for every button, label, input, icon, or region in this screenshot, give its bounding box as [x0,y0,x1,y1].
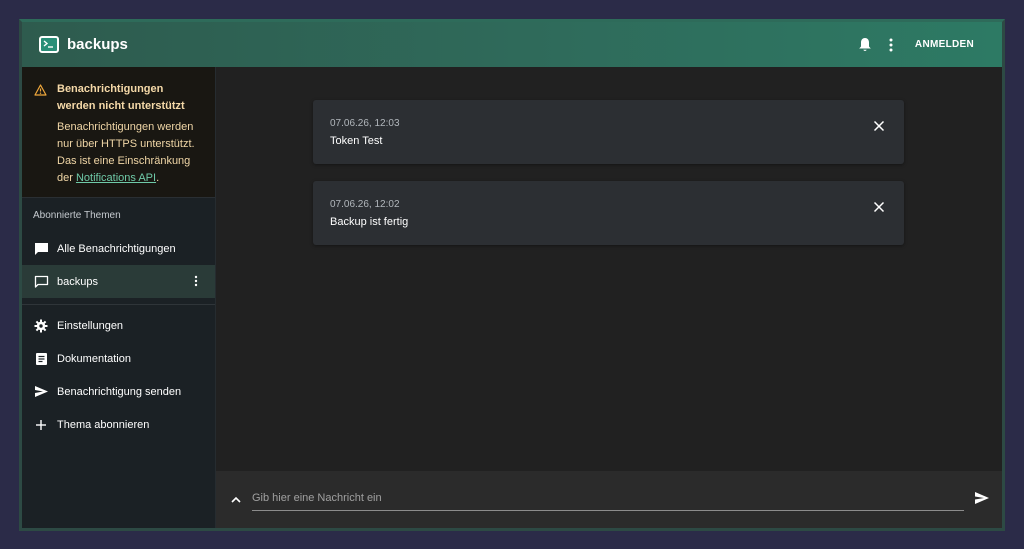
terminal-logo-icon [39,36,59,53]
notification-time: 07.06.26, 12:03 [330,118,400,129]
gear-icon [33,318,49,334]
notification-message: Token Test [330,135,383,147]
warning-icon [34,83,47,101]
app-bar: backups ANMELDEN [22,22,1002,67]
sidebar-item-documentation[interactable]: Dokumentation [22,342,215,375]
sidebar-item-label: Benachrichtigung senden [57,385,182,398]
sidebar-item-settings[interactable]: Einstellungen [22,309,215,342]
notification-time: 07.06.26, 12:02 [330,199,400,210]
sidebar-item-send-notification[interactable]: Benachrichtigung senden [22,375,215,408]
send-icon [33,384,49,400]
sidebar-item-backups[interactable]: backups [22,265,215,298]
warning-body-suffix: . [156,172,160,184]
warning-title: Benachrichtigungen werden nicht unterstü… [57,83,185,112]
send-icon[interactable] [974,491,990,507]
sidebar-divider [22,304,215,305]
sidebar-item-label: backups [57,275,98,288]
sidebar-item-label: Dokumentation [57,352,131,365]
warning-body: Benachrichtigungen werden nur über HTTPS… [57,119,199,187]
sidebar-item-label: Alle Benachrichtigungen [57,242,176,255]
sidebar-item-subscribe-topic[interactable]: Thema abonnieren [22,408,215,441]
sidebar: Benachrichtigungen werden nicht unterstü… [22,67,216,528]
chevron-up-icon[interactable] [230,493,242,505]
sidebar-item-all-notifications[interactable]: Alle Benachrichtigungen [22,232,215,265]
login-button[interactable]: ANMELDEN [915,39,974,50]
chat-filled-icon [33,241,49,257]
notification-card: 07.06.26, 12:03 Token Test [313,100,904,164]
appbar-actions: ANMELDEN [853,33,974,57]
notification-list: 07.06.26, 12:03 Token Test 07.06.26, 12:… [216,67,1002,471]
plus-icon [33,417,49,433]
app-title: backups [67,36,128,53]
more-vert-icon[interactable] [879,33,903,57]
message-input[interactable] [252,485,964,511]
topic-more-icon[interactable] [193,274,199,288]
notification-message: Backup ist fertig [330,216,409,228]
document-icon [33,351,49,367]
close-icon[interactable] [872,119,886,133]
sidebar-item-label: Einstellungen [57,319,124,332]
app-window: backups ANMELDEN Benachrichtigungen werd… [19,19,1005,531]
subscribed-topics-label: Abonnierte Themen [33,210,121,221]
sidebar-item-label: Thema abonnieren [57,418,150,431]
notifications-api-link[interactable]: Notifications API [76,172,156,184]
bell-icon[interactable] [853,33,877,57]
message-composer [216,471,1002,528]
notification-warning: Benachrichtigungen werden nicht unterstü… [22,67,215,198]
close-icon[interactable] [872,200,886,214]
notification-card: 07.06.26, 12:02 Backup ist fertig [313,181,904,245]
chat-outline-icon [33,274,49,290]
